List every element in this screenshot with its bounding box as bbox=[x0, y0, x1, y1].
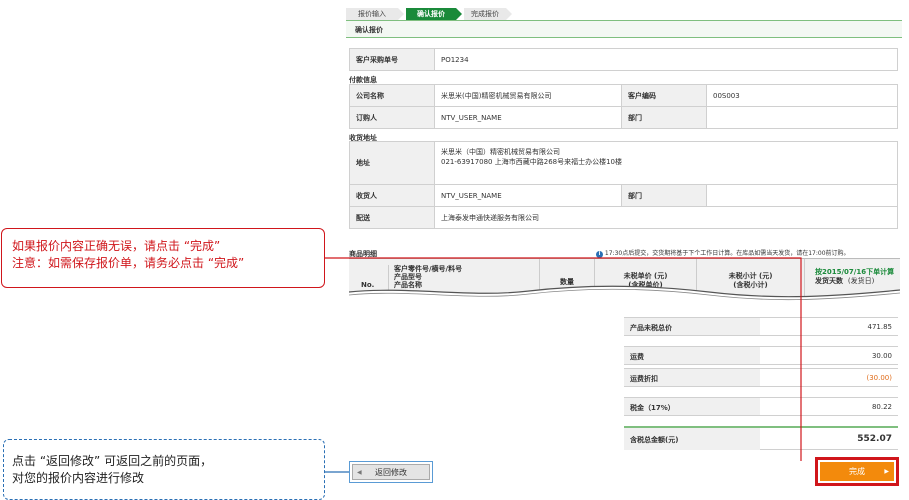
order-number-value: PO1234 bbox=[434, 48, 898, 71]
payment-dept-value bbox=[706, 106, 898, 129]
company-value: 米思米(中国)精密机械贸易有限公司 bbox=[434, 84, 622, 107]
shipping-dept-value bbox=[706, 184, 898, 207]
back-connector bbox=[325, 471, 349, 473]
back-callout-line2: 对您的报价内容进行修改 bbox=[12, 471, 145, 485]
receiver-label: 收货人 bbox=[349, 184, 435, 207]
complete-callout-line1: 如果报价内容正确无误，请点击 “完成” bbox=[12, 239, 221, 253]
company-label: 公司名称 bbox=[349, 84, 435, 107]
address-value: 米思米（中国）精密机械贸易有限公司 021-63917080 上海市西藏中路26… bbox=[434, 141, 898, 185]
step-confirm-quote: 确认报价 bbox=[406, 8, 456, 20]
back-callout: 点击 “返回修改” 可返回之前的页面， 对您的报价内容进行修改 bbox=[3, 439, 325, 500]
complete-button-inner: 完成 ▶ bbox=[820, 462, 894, 481]
address-label: 地址 bbox=[349, 141, 435, 185]
complete-button[interactable]: 完成 ▶ bbox=[815, 457, 899, 486]
back-button-label: 返回修改 bbox=[375, 468, 407, 477]
delivery-label: 配送 bbox=[349, 206, 435, 229]
back-callout-line1: 点击 “返回修改” 可返回之前的页面， bbox=[12, 454, 213, 468]
page-title: 确认报价 bbox=[355, 26, 383, 34]
step-quote-input: 报价输入 bbox=[346, 8, 398, 20]
payment-table: 公司名称 米思米(中国)精密机械贸易有限公司 客户编码 00S003 订购人 N… bbox=[349, 84, 898, 129]
net-value: 471.85 bbox=[867, 323, 893, 331]
shipping-dept-label: 部门 bbox=[621, 184, 707, 207]
step-arrow bbox=[506, 8, 512, 20]
complete-button-label: 完成 bbox=[849, 467, 865, 476]
address-line-1: 米思米（中国）精密机械贸易有限公司 bbox=[441, 148, 560, 156]
complete-arrow-icon: ▶ bbox=[884, 468, 889, 475]
shipping-table: 地址 米思米（中国）精密机械贸易有限公司 021-63917080 上海市西藏中… bbox=[349, 141, 898, 229]
customer-code-label: 客户编码 bbox=[621, 84, 707, 107]
payment-dept-label: 部门 bbox=[621, 106, 707, 129]
delivery-value: 上海泰发申通快递服务有限公司 bbox=[434, 206, 898, 229]
receiver-value: NTV_USER_NAME bbox=[434, 184, 622, 207]
order-number-label: 客户采购单号 bbox=[349, 48, 435, 71]
total-value: 552.07 bbox=[857, 434, 892, 444]
step-complete-quote: 完成报价 bbox=[464, 8, 506, 20]
back-arrow-icon: ◀ bbox=[357, 469, 362, 476]
back-button[interactable]: ◀ 返回修改 bbox=[349, 461, 433, 483]
address-line-2: 021-63917080 上海市西藏中路268号来福士办公楼10楼 bbox=[441, 158, 623, 166]
back-button-inner: ◀ 返回修改 bbox=[352, 464, 430, 480]
orderer-label: 订购人 bbox=[349, 106, 435, 129]
tax-value: 80.22 bbox=[871, 403, 892, 411]
col-ship-line1: 按2015/07/16下单计算 bbox=[815, 268, 895, 276]
complete-connector bbox=[325, 257, 802, 461]
customer-code-value: 00S003 bbox=[706, 84, 898, 107]
freight-value: 30.00 bbox=[871, 352, 892, 360]
step-arrow-active bbox=[456, 8, 462, 20]
freight-discount-value: (30.00) bbox=[866, 374, 892, 382]
step-bar: 报价输入 确认报价 完成报价 bbox=[346, 4, 902, 20]
order-table: 客户采购单号 PO1234 bbox=[349, 48, 898, 71]
orderer-value: NTV_USER_NAME bbox=[434, 106, 622, 129]
page-header: 确认报价 bbox=[346, 20, 902, 38]
complete-callout: 如果报价内容正确无误，请点击 “完成” 注意：如需保存报价单，请务必点击 “完成… bbox=[1, 228, 325, 288]
step-arrow bbox=[398, 8, 404, 20]
complete-callout-line2: 注意：如需保存报价单，请务必点击 “完成” bbox=[12, 256, 245, 270]
